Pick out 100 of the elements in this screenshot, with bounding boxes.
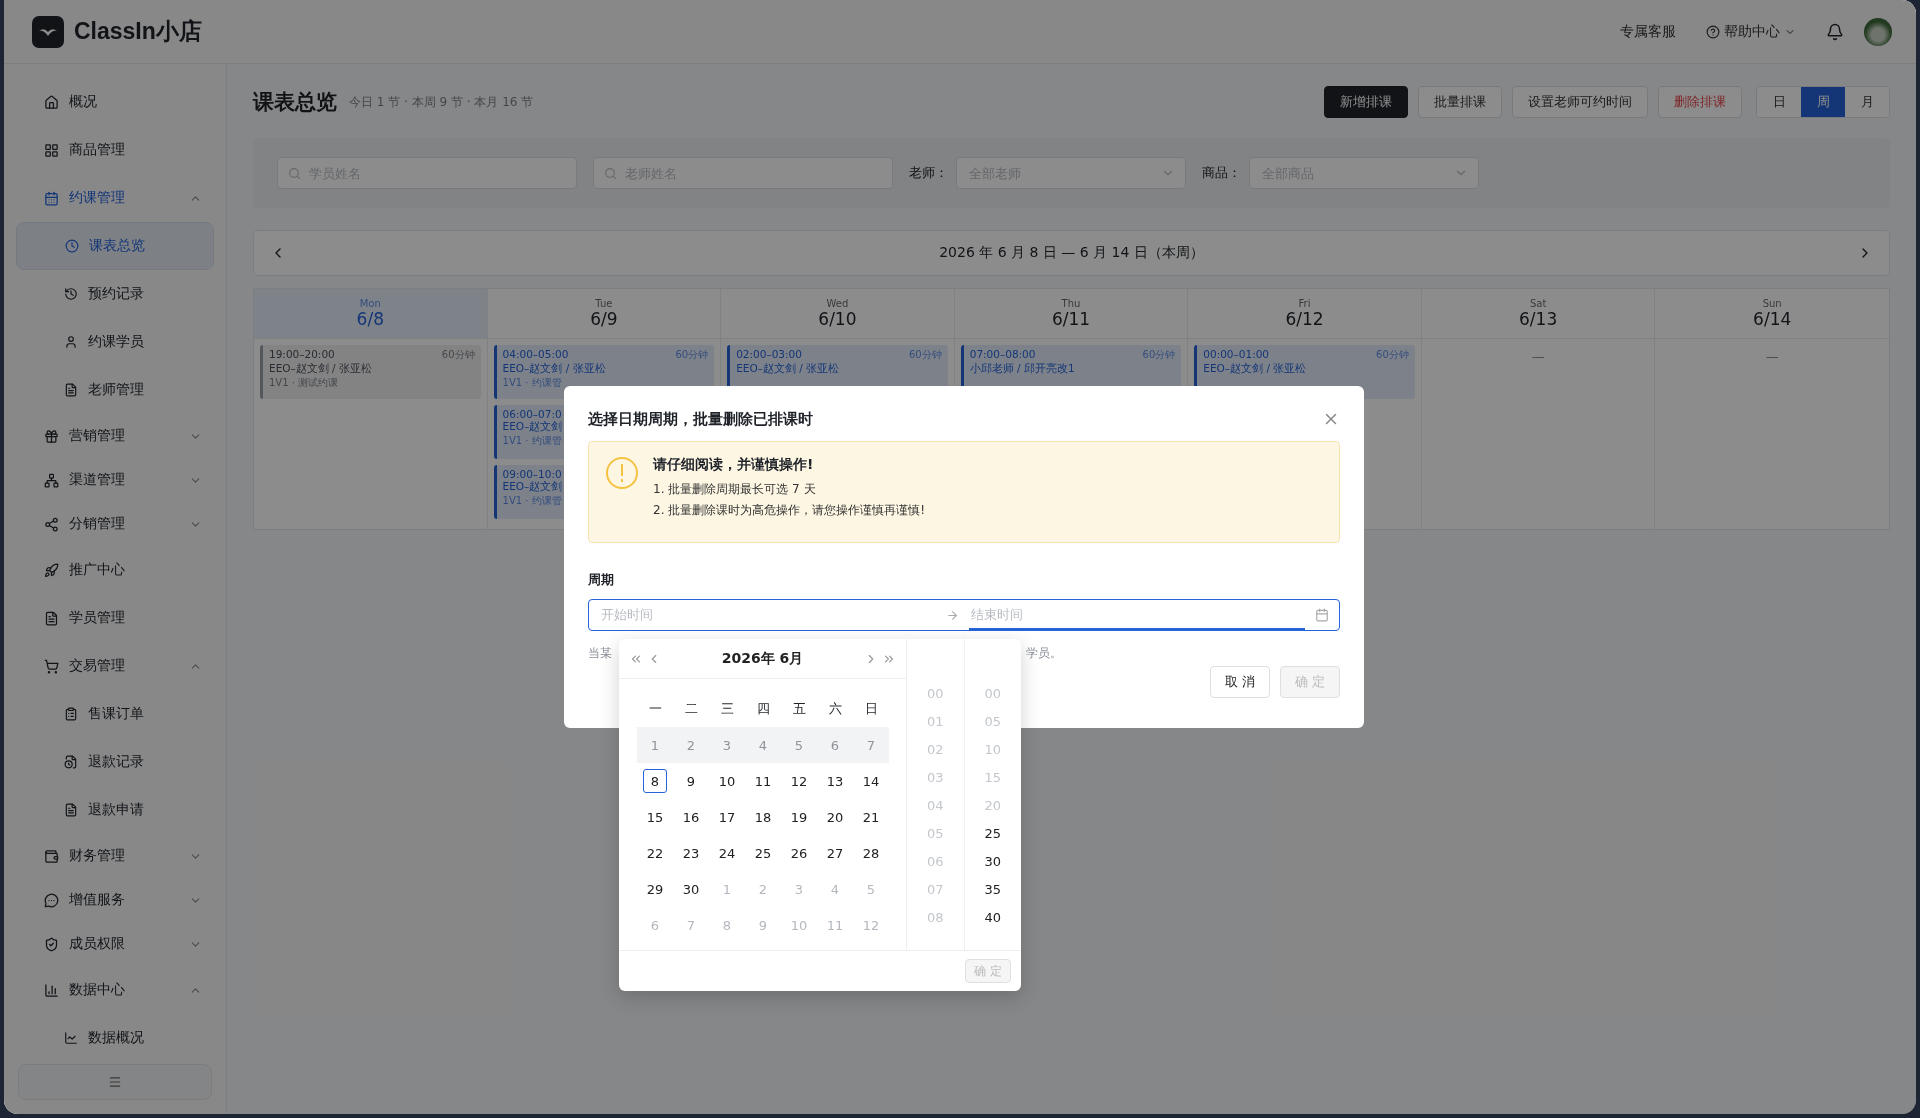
sidebar-subitem[interactable]: 课表总览	[16, 222, 214, 270]
day-date: 6/12	[1285, 309, 1324, 329]
avatar[interactable]	[1864, 17, 1892, 46]
sidebar-item[interactable]: 交易管理	[16, 642, 214, 690]
sidebar-subitem[interactable]: 退款申请	[16, 786, 214, 834]
action-button[interactable]: 设置老师可约时间	[1512, 86, 1648, 118]
day-cell[interactable]: 26	[781, 835, 817, 871]
home-icon	[44, 94, 59, 110]
day-cell[interactable]: 15	[637, 799, 673, 835]
document-icon	[64, 803, 78, 817]
action-button[interactable]: 新增排课	[1324, 86, 1408, 118]
day-cell[interactable]: 30	[673, 871, 709, 907]
sidebar-label: 退款申请	[88, 801, 145, 819]
lesson-time: 00:00–01:00	[1203, 348, 1270, 362]
sidebar-item[interactable]: 推广中心	[16, 546, 214, 594]
weekday-label: 六	[827, 700, 843, 718]
cancel-button[interactable]: 取 消	[1209, 666, 1270, 698]
day-cell[interactable]: 29	[637, 871, 673, 907]
day-cell[interactable]: 3	[709, 727, 745, 763]
line-chart-icon	[64, 1031, 78, 1045]
menu-icon	[108, 1075, 122, 1089]
end-date-input[interactable]: 结束时间	[968, 605, 1305, 623]
weekday-label: 三	[719, 700, 735, 718]
day-cell[interactable]: 6	[817, 727, 853, 763]
day-cell[interactable]: 2	[673, 727, 709, 763]
list-icon	[64, 707, 78, 721]
view-tab[interactable]: 周	[1801, 87, 1845, 117]
sidebar-item[interactable]: 增值服务	[16, 878, 214, 922]
day-cell[interactable]: 4	[745, 727, 781, 763]
lesson-title: EEO–赵文剑	[502, 480, 563, 494]
sidebar-subitem[interactable]: 售课订单	[16, 690, 214, 738]
weekday-label: Fri	[1298, 298, 1311, 309]
day-cell[interactable]: 10	[709, 763, 745, 799]
minute-option[interactable]: 25	[964, 819, 1021, 847]
bar-chart-icon	[44, 982, 59, 998]
sidebar-subitem[interactable]: 约课学员	[16, 318, 214, 366]
sidebar-item[interactable]: 成员权限	[16, 922, 214, 966]
day-cell[interactable]: 25	[745, 835, 781, 871]
day-header[interactable]: Mon 6/8	[254, 289, 487, 339]
day-cell[interactable]: 8	[637, 763, 673, 799]
sidebar-label: 商品管理	[69, 141, 126, 159]
week-range: 2026 年 6 月 8 日 — 6 月 14 日（本周）	[939, 244, 1204, 262]
day-cell[interactable]: 24	[709, 835, 745, 871]
sidebar-subitem[interactable]: 老师管理	[16, 366, 214, 414]
sidebar-subitem[interactable]: 退款记录	[16, 738, 214, 786]
sidebar-label: 退款记录	[88, 753, 145, 771]
day-cell[interactable]: 1	[637, 727, 673, 763]
day-cell[interactable]: 17	[709, 799, 745, 835]
action-button[interactable]: 批量排课	[1418, 86, 1502, 118]
day-date: 6/8	[356, 309, 384, 329]
view-tab[interactable]: 日	[1757, 87, 1801, 117]
date-range-field[interactable]: 开始时间 结束时间	[588, 599, 1340, 631]
schedule-summary: 今日 1 节 · 本周 9 节 · 本月 16 节	[349, 93, 535, 111]
view-tab[interactable]: 月	[1845, 87, 1889, 117]
help-center-link[interactable]: 帮助中心	[1706, 22, 1796, 41]
sidebar-item[interactable]: 数据中心	[16, 966, 214, 1014]
sidebar-item[interactable]: 学员管理	[16, 594, 214, 642]
sidebar-label: 概况	[69, 93, 98, 111]
sidebar-item[interactable]: 分销管理	[16, 502, 214, 546]
day-cell[interactable]: 22	[637, 835, 673, 871]
service-link[interactable]: 专属客服	[1620, 22, 1676, 41]
lesson-time: 19:00–20:00	[269, 348, 335, 362]
sidebar-label: 财务管理	[69, 847, 126, 865]
sidebar-item[interactable]: 约课管理	[16, 174, 214, 222]
minute-option[interactable]: 40	[964, 903, 1021, 931]
start-date-input[interactable]: 开始时间	[599, 605, 936, 623]
day-cell[interactable]: 11	[745, 763, 781, 799]
day-date: 6/13	[1519, 309, 1558, 329]
day-cell[interactable]: 27	[817, 835, 853, 871]
minute-option[interactable]: 30	[964, 847, 1021, 875]
sidebar-subitem[interactable]: 预约记录	[16, 270, 214, 318]
action-button[interactable]: 删除排课	[1658, 86, 1742, 118]
sidebar-item[interactable]: 营销管理	[16, 414, 214, 458]
day-cell[interactable]: 13	[817, 763, 853, 799]
day-cell[interactable]: 20	[817, 799, 853, 835]
empty-day-mark: —	[1765, 349, 1779, 364]
sidebar-subitem[interactable]: 数据概况	[16, 1014, 214, 1062]
day-cell[interactable]: 21	[853, 799, 889, 835]
day-date: 6/11	[1051, 309, 1091, 329]
lesson-title: EEO–赵文剑	[502, 420, 563, 434]
day-cell[interactable]: 23	[673, 835, 709, 871]
day-cell[interactable]: 28	[853, 835, 889, 871]
day-cell[interactable]: 19	[781, 799, 817, 835]
day-cell[interactable]: 5	[781, 727, 817, 763]
day-cell[interactable]: 14	[853, 763, 889, 799]
sidebar-item[interactable]: 渠道管理	[16, 458, 214, 502]
bell-icon[interactable]	[1826, 22, 1844, 41]
sidebar-item[interactable]: 财务管理	[16, 834, 214, 878]
day-cell[interactable]: 12	[781, 763, 817, 799]
sidebar-item[interactable]: 概况	[16, 78, 214, 126]
day-cell[interactable]: 18	[745, 799, 781, 835]
sidebar-item[interactable]: 商品管理	[16, 126, 214, 174]
day-cell[interactable]: 9	[673, 763, 709, 799]
sidebar-label: 推广中心	[69, 561, 126, 579]
day-cell[interactable]: 16	[673, 799, 709, 835]
weekday-label: Wed	[826, 298, 849, 309]
lesson-note: 1V1 · 约课管	[502, 434, 562, 448]
grid-icon	[44, 142, 59, 158]
day-cell[interactable]: 7	[853, 727, 889, 763]
minute-option[interactable]: 35	[964, 875, 1021, 903]
